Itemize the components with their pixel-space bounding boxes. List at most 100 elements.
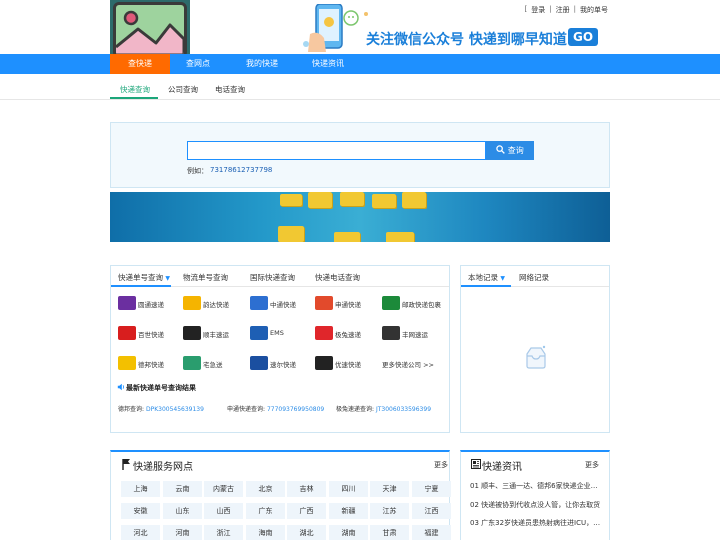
service-more-link[interactable]: 更多: [434, 460, 448, 470]
block-shape: [386, 232, 414, 242]
tab-logistics-number[interactable]: 物流单号查询: [183, 272, 228, 283]
tab-express-phone[interactable]: 快递电话查询: [315, 272, 360, 283]
ad-go-button[interactable]: GO: [568, 28, 598, 46]
sure-logo-icon: [250, 356, 268, 370]
empty-inbox-icon: [526, 345, 546, 369]
company-link[interactable]: EMS: [270, 329, 284, 337]
promo-photo-banner[interactable]: [110, 192, 610, 242]
main-nav: [0, 54, 720, 74]
city-link[interactable]: 江西: [412, 503, 451, 519]
company-link[interactable]: 百世快递: [138, 329, 164, 339]
tab-international[interactable]: 国际快递查询: [250, 272, 295, 283]
record-number: JT3006033596399: [375, 406, 432, 413]
tab-label: 本地记录: [468, 273, 498, 282]
phone-hand-icon: [303, 3, 368, 52]
news-item[interactable]: 01 顺丰、三通一达、德邦6家快递企业发布: [470, 481, 602, 491]
nav-item-news[interactable]: 快递资讯: [304, 54, 352, 74]
speaker-icon: [117, 383, 124, 391]
city-link[interactable]: 北京: [246, 481, 285, 497]
city-link[interactable]: 浙江: [204, 525, 243, 540]
city-link[interactable]: 甘肃: [370, 525, 409, 540]
tracking-number-input[interactable]: [187, 141, 486, 160]
record-item[interactable]: 极兔速递查询: JT3006033596399: [336, 404, 431, 413]
company-link[interactable]: 韵达快递: [203, 299, 229, 309]
city-link[interactable]: 云南: [163, 481, 202, 497]
city-link[interactable]: 广东: [246, 503, 285, 519]
search-button[interactable]: 查询: [486, 141, 534, 160]
city-link[interactable]: 宁夏: [412, 481, 451, 497]
tab-local-records[interactable]: 本地记录 ▼: [468, 272, 505, 283]
city-link[interactable]: 四川: [329, 481, 368, 497]
tab-phone-query[interactable]: 电话查询: [215, 84, 245, 95]
city-link[interactable]: 上海: [121, 481, 160, 497]
uc-logo-icon: [315, 356, 333, 370]
city-link[interactable]: 湖北: [287, 525, 326, 540]
city-link[interactable]: 福建: [412, 525, 451, 540]
chevron-down-icon: ▼: [165, 275, 171, 282]
news-item[interactable]: 03 广东32岁快递员患热射病往进ICU，专家: [470, 518, 602, 528]
yunda-logo-icon: [183, 296, 201, 310]
block-shape: [308, 192, 332, 208]
deppon-logo-icon: [118, 356, 136, 370]
sto-logo-icon: [315, 296, 333, 310]
subnav-divider: [0, 99, 720, 100]
site-logo[interactable]: [110, 0, 190, 62]
tab-express-query[interactable]: 快递查询: [120, 84, 150, 95]
tab-active-underline: [461, 285, 511, 287]
block-shape: [340, 192, 364, 206]
city-link[interactable]: 吉林: [287, 481, 326, 497]
news-title: 快递资讯: [482, 462, 522, 473]
zjs-logo-icon: [183, 356, 201, 370]
company-link[interactable]: 德邦快递: [138, 359, 164, 369]
block-shape: [402, 192, 426, 208]
company-link[interactable]: 圆通速递: [138, 299, 164, 309]
city-link[interactable]: 内蒙古: [204, 481, 243, 497]
record-item[interactable]: 申通快递查询: 777093769950809: [227, 404, 324, 413]
city-link[interactable]: 河北: [121, 525, 160, 540]
block-shape: [372, 194, 396, 208]
tab-network-records[interactable]: 网络记录: [519, 272, 549, 283]
news-item[interactable]: 02 快递被协到代收点没人管，让你去取货: [470, 500, 602, 510]
example-number-link[interactable]: 73178612737798: [210, 166, 272, 174]
company-link[interactable]: 极兔速递: [335, 329, 361, 339]
city-link[interactable]: 山东: [163, 503, 202, 519]
block-shape: [278, 226, 304, 242]
company-link[interactable]: 丰网速运: [402, 329, 428, 339]
company-link[interactable]: 中通快递: [270, 299, 296, 309]
ems-post-logo-icon: [382, 296, 400, 310]
city-link[interactable]: 河南: [163, 525, 202, 540]
ems-logo-icon: [250, 326, 268, 340]
more-companies-link[interactable]: 更多快递公司 >>: [382, 359, 434, 369]
example-label: 例如：: [187, 167, 208, 175]
nav-item-track[interactable]: 查快递: [110, 54, 170, 74]
ad-text[interactable]: 关注微信公众号 快递到哪早知道: [366, 29, 567, 49]
city-link[interactable]: 安徽: [121, 503, 160, 519]
company-link[interactable]: 宅急送: [203, 359, 223, 369]
news-more-link[interactable]: 更多: [585, 460, 599, 470]
best-logo-icon: [118, 326, 136, 340]
city-link[interactable]: 湖南: [329, 525, 368, 540]
tab-express-number[interactable]: 快递单号查询 ▼: [118, 272, 170, 283]
tab-company-query[interactable]: 公司查询: [168, 84, 198, 95]
record-label: 德邦查询:: [118, 406, 145, 413]
city-link[interactable]: 新疆: [329, 503, 368, 519]
search-button-label: 查询: [507, 146, 524, 155]
company-link[interactable]: 申通快递: [335, 299, 361, 309]
sf-logo-icon: [183, 326, 201, 340]
company-link[interactable]: 邮政快递包裹: [402, 299, 441, 309]
flag-icon: [122, 459, 130, 470]
company-link[interactable]: 速尔快递: [270, 359, 296, 369]
city-link[interactable]: 海南: [246, 525, 285, 540]
nav-item-my-express[interactable]: 我的快递: [238, 54, 286, 74]
tab-active-underline: [111, 285, 171, 287]
record-item[interactable]: 德邦查询: DPK300545639139: [118, 404, 204, 413]
company-link[interactable]: 优速快递: [335, 359, 361, 369]
city-link[interactable]: 江苏: [370, 503, 409, 519]
jitu-logo-icon: [315, 326, 333, 340]
zto-logo-icon: [250, 296, 268, 310]
nav-item-outlets[interactable]: 查网点: [176, 54, 220, 74]
city-link[interactable]: 广西: [287, 503, 326, 519]
city-link[interactable]: 天津: [370, 481, 409, 497]
city-link[interactable]: 山西: [204, 503, 243, 519]
company-link[interactable]: 顺丰速运: [203, 329, 229, 339]
